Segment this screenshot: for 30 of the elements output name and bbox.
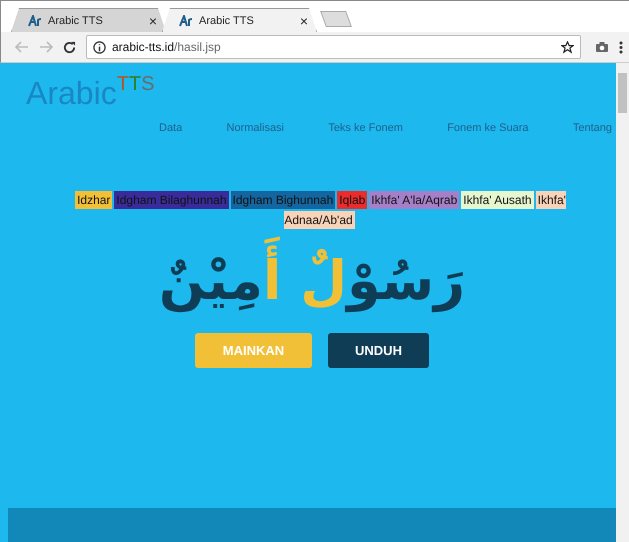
nav-link[interactable]: Fonem ke Suara: [447, 122, 529, 134]
favicon-icon: [28, 14, 42, 26]
arabic-text: رَسُوْلٌ أَمِيْنٌ: [148, 230, 476, 333]
legend-tag: Ikhfa' Ausath: [461, 191, 534, 209]
url-text: arabic-tts.id/hasil.jsp: [112, 40, 222, 54]
address-bar[interactable]: arabic-tts.id/hasil.jsp: [86, 35, 581, 59]
favicon-icon: [179, 14, 193, 26]
legend-tag: Idzhar: [75, 191, 112, 209]
legend-tag: Idgham Bilaghunnah: [114, 191, 229, 209]
browser-tab[interactable]: Arabic TTS ×: [162, 8, 317, 32]
legend-tag: Ikhfa' A'la/Aqrab: [369, 191, 460, 209]
play-button[interactable]: MAINKAN: [195, 332, 312, 368]
legend-tag: Iqlab: [337, 191, 368, 209]
camera-icon[interactable]: [595, 41, 609, 53]
scrollbar[interactable]: [616, 63, 629, 542]
nav-link[interactable]: Teks ke Fonem: [328, 122, 403, 134]
browser-tab[interactable]: Arabic TTS ×: [11, 8, 166, 32]
info-icon: [93, 40, 106, 54]
tab-title: Arabic TTS: [199, 14, 255, 26]
legend-tag: Idgham Bighunnah: [230, 191, 336, 209]
nav-link[interactable]: Tentang: [572, 122, 612, 134]
nav-link[interactable]: Data: [159, 122, 182, 134]
star-icon[interactable]: [561, 40, 574, 54]
nav-link[interactable]: Normalisasi: [226, 122, 284, 134]
reload-icon[interactable]: [63, 40, 76, 54]
tab-title: Arabic TTS: [48, 14, 104, 26]
download-button[interactable]: UNDUH: [328, 332, 429, 368]
menu-icon[interactable]: [619, 40, 623, 54]
close-icon[interactable]: ×: [300, 12, 308, 28]
close-icon[interactable]: ×: [148, 12, 157, 28]
